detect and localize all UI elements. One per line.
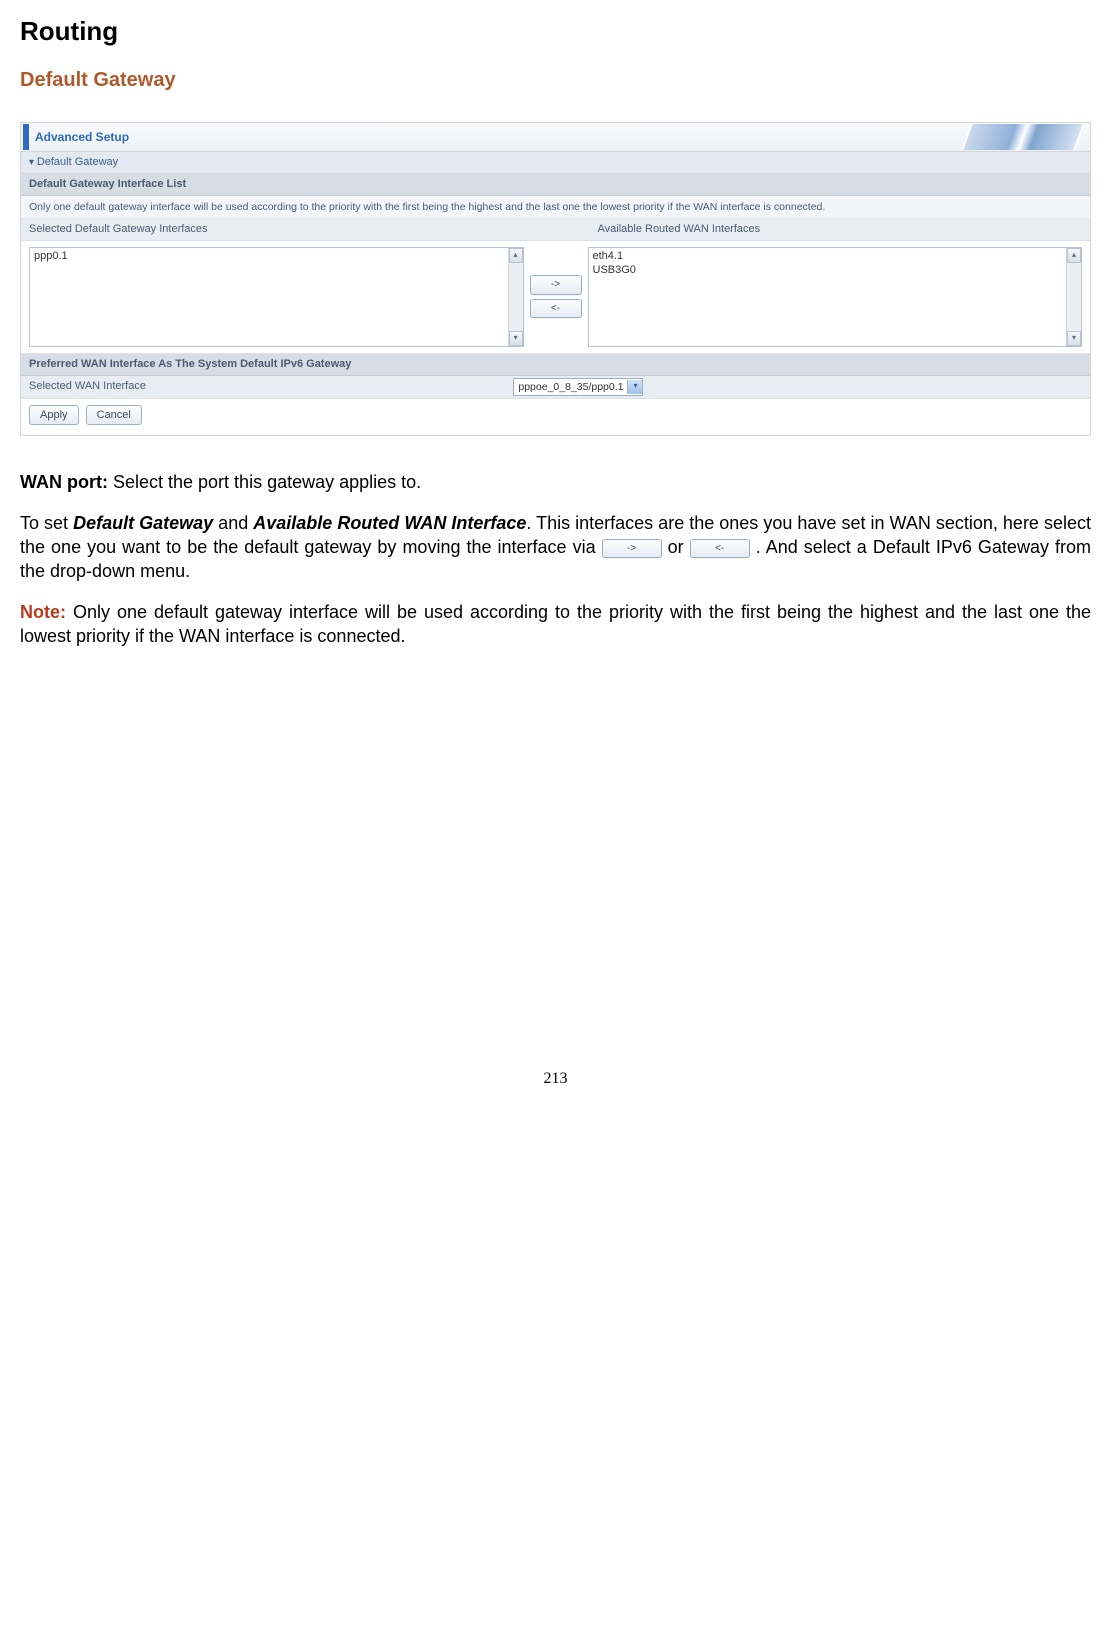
scroll-down-icon[interactable]: ▾ (509, 331, 523, 346)
list-item[interactable]: eth4.1 (593, 249, 1078, 263)
move-right-button[interactable]: -> (530, 275, 582, 295)
paragraph-default-gateway: To set Default Gateway and Available Rou… (20, 511, 1091, 584)
inline-move-left-button: <- (690, 539, 750, 559)
section-default-gateway[interactable]: Default Gateway (21, 152, 1090, 174)
scroll-down-icon[interactable]: ▾ (1067, 331, 1081, 346)
label-available-interfaces: Available Routed WAN Interfaces (598, 219, 1091, 240)
select-value: pppoe_0_8_35/ppp0.1 (518, 380, 623, 394)
paragraph-wan-port: WAN port: Select the port this gateway a… (20, 470, 1091, 494)
wan-port-text: Select the port this gateway applies to. (108, 472, 421, 492)
paragraph-note: Note: Only one default gateway interface… (20, 600, 1091, 649)
move-left-button[interactable]: <- (530, 299, 582, 319)
emph-default-gateway: Default Gateway (73, 513, 213, 533)
label-selected-interfaces: Selected Default Gateway Interfaces (21, 219, 522, 240)
list-item[interactable]: ppp0.1 (34, 249, 519, 263)
panel-header-title: Advanced Setup (35, 129, 966, 145)
move-buttons: -> <- (530, 275, 582, 318)
scroll-up-icon[interactable]: ▴ (509, 248, 523, 263)
inline-move-right-button: -> (602, 539, 662, 559)
apply-button[interactable]: Apply (29, 405, 79, 426)
selected-interfaces-listbox[interactable]: ppp0.1 ▴ ▾ (29, 247, 524, 347)
text: or (662, 537, 690, 557)
section-interface-list: Default Gateway Interface List (21, 174, 1090, 196)
action-row: Apply Cancel (21, 399, 1090, 436)
text: To set (20, 513, 73, 533)
scroll-up-icon[interactable]: ▴ (1067, 248, 1081, 263)
ipv6-select-row: Selected WAN Interface pppoe_0_8_35/ppp0… (21, 376, 1090, 399)
dual-list-labels: Selected Default Gateway Interfaces Avai… (21, 219, 1090, 241)
dual-listbox-row: ppp0.1 ▴ ▾ -> <- eth4.1 USB3G0 ▴ ▾ (21, 241, 1090, 354)
page-number: 213 (20, 1068, 1091, 1090)
header-decoration (961, 124, 1084, 150)
page-title: Routing (20, 14, 1091, 49)
help-text: Only one default gateway interface will … (21, 196, 1090, 219)
wan-port-label: WAN port: (20, 472, 108, 492)
section-subtitle: Default Gateway (20, 67, 1091, 94)
panel-header: Advanced Setup (21, 123, 1090, 152)
note-text: Only one default gateway interface will … (20, 602, 1091, 646)
cancel-button[interactable]: Cancel (86, 405, 142, 426)
section-ipv6-gateway: Preferred WAN Interface As The System De… (21, 354, 1090, 376)
chevron-down-icon: ▾ (627, 380, 642, 394)
list-item[interactable]: USB3G0 (593, 263, 1078, 277)
available-interfaces-listbox[interactable]: eth4.1 USB3G0 ▴ ▾ (588, 247, 1083, 347)
router-config-panel: Advanced Setup Default Gateway Default G… (20, 122, 1091, 436)
ipv6-wan-select[interactable]: pppoe_0_8_35/ppp0.1 ▾ (513, 378, 643, 396)
accent-bar (23, 124, 29, 150)
scrollbar[interactable]: ▴ ▾ (1066, 248, 1081, 346)
label-selected-wan: Selected WAN Interface (29, 379, 513, 394)
scrollbar[interactable]: ▴ ▾ (508, 248, 523, 346)
emph-available-routed: Available Routed WAN Interface (253, 513, 526, 533)
note-label: Note: (20, 602, 66, 622)
text: and (213, 513, 253, 533)
